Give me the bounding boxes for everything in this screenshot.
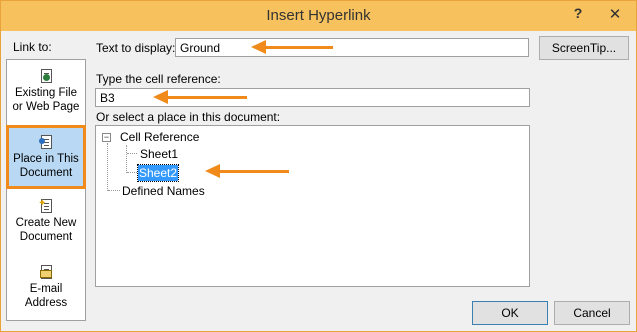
nav-label-line2: or Web Page [12,101,80,113]
text-to-display-label: Text to display: [96,41,176,55]
help-button[interactable]: ? [568,5,588,25]
nav-label-line1: Existing File [15,87,77,99]
web-page-icon [38,68,54,84]
cancel-button[interactable]: Cancel [554,301,630,325]
collapse-icon[interactable]: − [102,133,111,142]
ok-button[interactable]: OK [472,301,548,325]
tree-line [127,172,137,173]
link-to-panel: Existing File or Web Page Place in This … [6,59,86,321]
link-to-email-address[interactable]: E-mail Address [7,264,85,326]
link-to-place-in-document[interactable]: Place in This Document [6,125,86,189]
annotation-arrow [205,164,289,178]
tree-node-sheet1[interactable]: Sheet1 [140,146,178,162]
link-to-existing-file[interactable]: Existing File or Web Page [7,68,85,130]
nav-label-line1: E-mail [29,283,63,295]
text-to-display-input[interactable]: Ground [175,38,529,57]
tree-line [108,190,120,191]
nav-label-line1: Place in This [13,153,79,165]
tree-node-sheet2[interactable]: Sheet2 [136,164,180,182]
link-to-create-new-document[interactable]: ✦ Create New Document [7,198,85,260]
annotation-arrow [153,90,247,104]
close-button[interactable]: ✕ [600,5,630,25]
insert-hyperlink-dialog: Insert Hyperlink ? ✕ Link to: Existing F… [0,0,637,332]
new-document-icon: ✦ [38,198,54,214]
tree-node-cell-reference[interactable]: Cell Reference [120,129,199,145]
place-in-document-icon [38,134,54,150]
cell-reference-label: Type the cell reference: [96,72,221,86]
place-tree[interactable]: − Cell Reference Sheet1 Sheet2 Defined N… [95,125,530,287]
tree-node-defined-names[interactable]: Defined Names [122,183,205,199]
nav-label-line2: Document [19,167,73,179]
annotation-arrow [251,40,333,54]
tree-line [127,153,137,154]
nav-label-line1: Create New [15,217,77,229]
nav-label-line2: Document [19,231,73,243]
email-icon [38,264,54,280]
dialog-title: Insert Hyperlink [266,7,371,24]
screentip-button[interactable]: ScreenTip... [539,36,629,60]
tree-line [126,145,127,173]
link-to-label: Link to: [13,40,52,54]
tree-line [107,143,108,191]
title-bar: Insert Hyperlink ? ✕ [1,1,636,31]
select-place-label: Or select a place in this document: [96,110,281,124]
nav-label-line2: Address [24,297,68,309]
